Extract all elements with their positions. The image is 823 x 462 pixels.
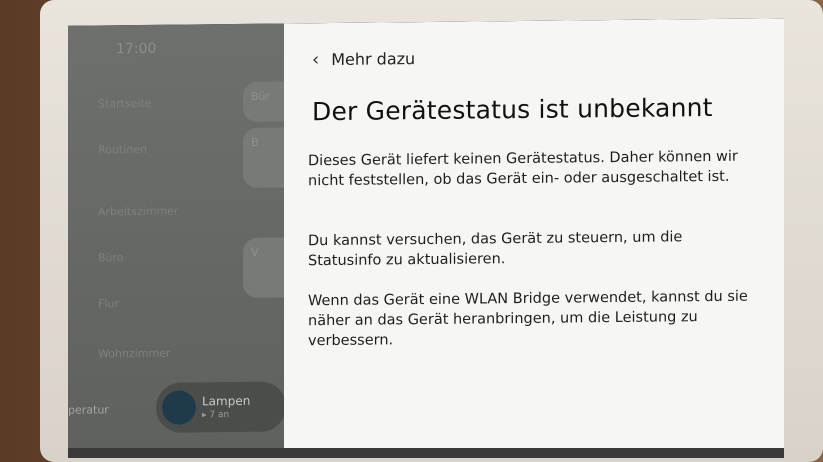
paragraph-3: Wenn das Gerät eine WLAN Bridge verwende… <box>308 288 748 350</box>
lamp-icon <box>162 390 196 425</box>
lamp-card-name: Lampen <box>202 393 251 409</box>
paragraph-1: Dieses Gerät liefert keinen Gerätestatus… <box>308 148 738 190</box>
screen-bottom-edge <box>68 448 784 458</box>
back-button[interactable]: ‹ Mehr dazu <box>312 48 415 70</box>
paragraph-2: Du kannst versuchen, das Gerät zu steuer… <box>308 229 683 270</box>
clock: 17:00 <box>116 40 157 58</box>
nav-item-buero[interactable]: Büro <box>98 251 124 264</box>
device-screen: 17:00 Startseite Routinen Arbeitszimmer … <box>68 18 784 456</box>
room-chip-label: Bür <box>251 89 271 103</box>
nav-item-arbeitszimmer[interactable]: Arbeitszimmer <box>98 205 178 219</box>
device-chip-2-label: V <box>251 245 259 259</box>
temperature-card-label[interactable]: peratur <box>68 403 109 416</box>
info-panel: ‹ Mehr dazu Der Gerätestatus ist unbekan… <box>284 18 784 454</box>
lamp-card-status: ▸ 7 an <box>202 410 230 421</box>
back-label: Mehr dazu <box>331 49 416 69</box>
nav-item-routinen[interactable]: Routinen <box>98 143 147 157</box>
panel-title: Der Gerätestatus ist unbekannt <box>312 92 713 127</box>
nav-item-startseite[interactable]: Startseite <box>98 97 152 111</box>
lamp-card[interactable]: Lampen ▸ 7 an <box>156 381 286 433</box>
chevron-left-icon: ‹ <box>312 49 320 71</box>
nav-item-wohnzimmer[interactable]: Wohnzimmer <box>98 347 170 361</box>
device-chip-label: B <box>251 135 259 149</box>
nav-item-flur[interactable]: Flur <box>98 297 119 310</box>
